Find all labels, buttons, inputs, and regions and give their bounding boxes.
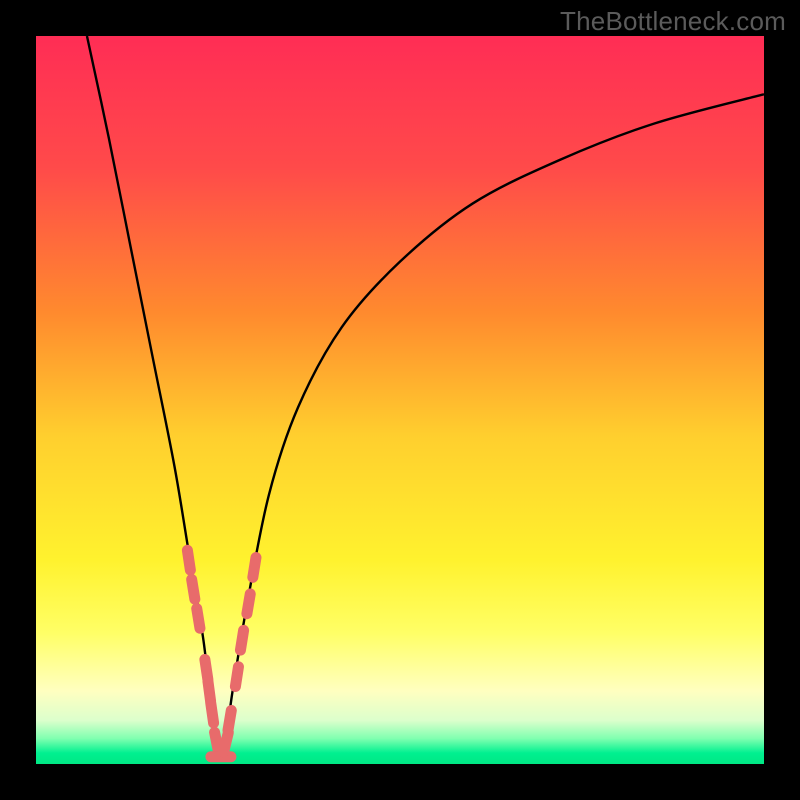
curve-marker (240, 630, 243, 650)
curve-marker (247, 594, 250, 614)
curve-marker (187, 550, 190, 570)
watermark-text: TheBottleneck.com (560, 6, 786, 37)
curve-marker (215, 732, 219, 752)
curve-marker (235, 667, 238, 687)
plot-area (36, 36, 764, 764)
curve-marker (253, 558, 256, 578)
chart-svg (36, 36, 764, 764)
gradient-background (36, 36, 764, 764)
curve-marker (192, 579, 195, 599)
curve-marker (197, 609, 200, 629)
curve-marker (211, 703, 214, 723)
curve-marker (228, 710, 231, 730)
outer-frame: TheBottleneck.com (0, 0, 800, 800)
